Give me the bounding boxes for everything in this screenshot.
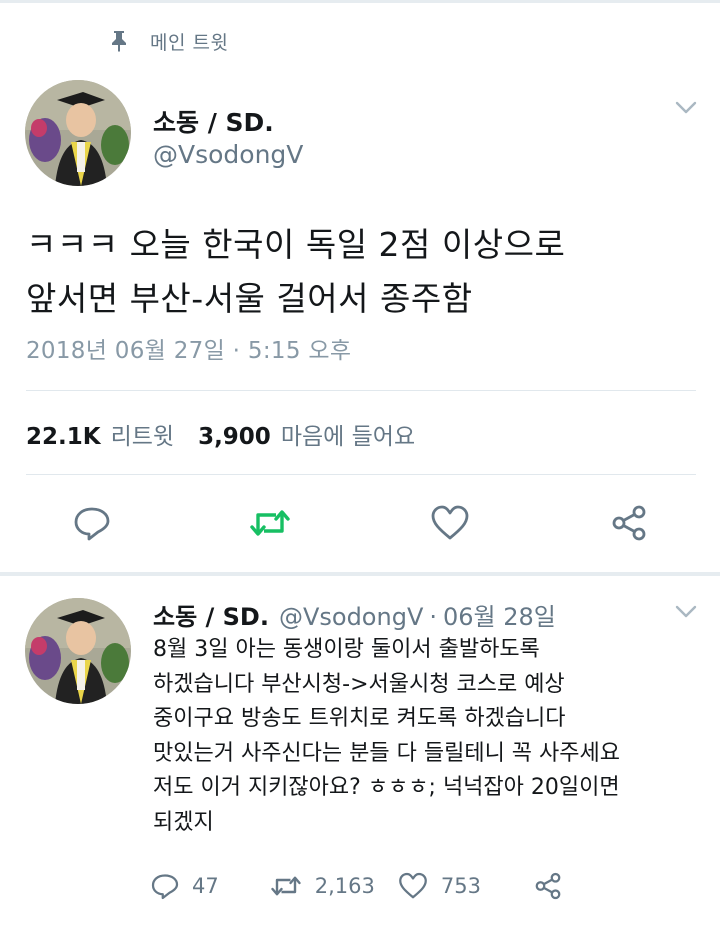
reply-text-line: 하겠습니다 부산시청->서울시청 코스로 예상 xyxy=(153,671,565,697)
tweet-stats: 22.1K 리트윗 3,900 마음에 들어요 xyxy=(26,417,439,451)
like-label[interactable]: 마음에 들어요 xyxy=(281,417,415,451)
share-button[interactable] xyxy=(606,500,652,546)
tweet-text-line: 앞서면 부산-서울 걸어서 종주함 xyxy=(26,279,473,318)
chevron-down-icon[interactable] xyxy=(675,101,697,115)
reply-count: 47 xyxy=(192,874,219,898)
reply-avatar[interactable] xyxy=(25,598,131,704)
pin-icon xyxy=(112,31,126,52)
share-icon xyxy=(535,872,561,900)
reply-display-name[interactable]: 소동 / SD. xyxy=(153,603,269,631)
user-handle[interactable]: @VsodongV xyxy=(153,140,303,169)
retweet-count[interactable]: 22.1K xyxy=(26,424,101,450)
reply-text-line: 중이구요 방송도 트위치로 켜도록 하겠습니다 xyxy=(153,706,566,731)
retweet-icon xyxy=(271,876,301,896)
pinned-label: 메인 트윗 xyxy=(150,31,229,54)
like-count[interactable]: 3,900 xyxy=(198,424,271,450)
reply-separator: · xyxy=(429,603,437,631)
reply-text: 8월 3일 아는 동생이랑 둘이서 출발하도록 하겠습니다 부산시청->서울시청… xyxy=(153,633,713,840)
tweet-text: ㅋㅋㅋ 오늘 한국이 독일 2점 이상으로 앞서면 부산-서울 걸어서 종주함 xyxy=(26,218,706,326)
display-name[interactable]: 소동 / SD. xyxy=(153,103,274,139)
divider xyxy=(26,474,696,475)
retweet-icon xyxy=(250,510,290,536)
tweet-action-bar xyxy=(0,500,720,546)
retweet-button[interactable] xyxy=(247,500,293,546)
top-border xyxy=(0,0,720,3)
chevron-down-icon[interactable] xyxy=(675,605,697,619)
reply-header: 소동 / SD. @VsodongV · 06월 28일 xyxy=(153,597,556,632)
like-icon xyxy=(431,505,469,540)
tweet-text-line: ㅋㅋㅋ 오늘 한국이 독일 2점 이상으로 xyxy=(26,225,566,264)
divider xyxy=(26,390,696,391)
reply-text-line: 되겠지 xyxy=(153,809,214,835)
reply-like-button[interactable]: 753 xyxy=(397,871,481,901)
reply-button[interactable] xyxy=(69,500,115,546)
reply-reply-button[interactable]: 47 xyxy=(150,871,219,901)
share-icon xyxy=(612,505,646,541)
reply-share-button[interactable] xyxy=(533,871,575,901)
section-separator xyxy=(0,572,720,576)
reply-icon xyxy=(151,874,179,900)
reply-user-handle[interactable]: @VsodongV xyxy=(279,603,423,631)
retweet-label[interactable]: 리트윗 xyxy=(111,417,174,451)
reply-retweet-button[interactable]: 2,163 xyxy=(269,871,375,901)
tweet-timestamp[interactable]: 2018년 06월 27일 · 5:15 오후 xyxy=(26,331,351,365)
reply-icon xyxy=(74,507,110,541)
pinned-indicator: 메인 트윗 xyxy=(110,28,228,54)
like-button[interactable] xyxy=(427,500,473,546)
reply-text-line: 맛있는거 사주신다는 분들 다 들릴테니 꼭 사주세요 xyxy=(153,740,621,766)
reply-date[interactable]: 06월 28일 xyxy=(443,603,556,631)
avatar[interactable] xyxy=(25,80,131,186)
reply-text-line: 8월 3일 아는 동생이랑 둘이서 출발하도록 xyxy=(153,637,540,662)
like-count: 753 xyxy=(440,874,481,898)
like-icon xyxy=(398,872,427,899)
retweet-count: 2,163 xyxy=(314,874,375,898)
reply-action-bar: 47 2,163 753 xyxy=(150,868,597,904)
reply-text-line: 저도 이거 지키잖아요? ㅎㅎㅎ; 넉넉잡아 20일이면 xyxy=(153,775,620,800)
